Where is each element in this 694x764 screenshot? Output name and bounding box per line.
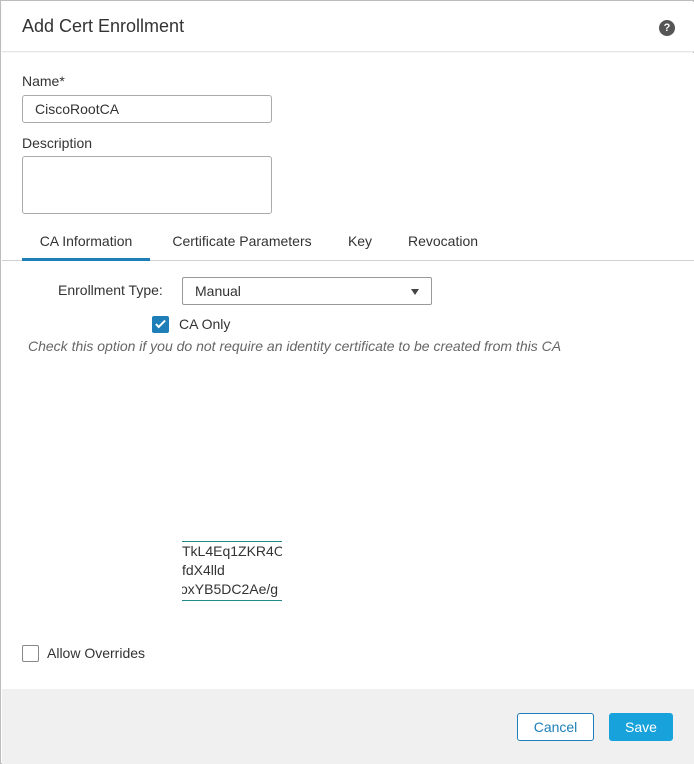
enrollment-type-label: Enrollment Type: <box>58 282 163 298</box>
tab-key[interactable]: Key <box>340 225 380 261</box>
checkmark-icon <box>155 317 166 329</box>
name-label: Name* <box>22 73 65 89</box>
dialog-header: Add Cert Enrollment ? <box>2 2 694 52</box>
certificate-line: TkL4Eq1ZKR4O <box>182 543 282 559</box>
allow-overrides-checkbox[interactable] <box>22 645 39 662</box>
help-icon[interactable]: ? <box>659 20 675 36</box>
cancel-button[interactable]: Cancel <box>517 713 594 741</box>
description-textarea[interactable] <box>22 156 272 214</box>
tab-revocation[interactable]: Revocation <box>400 225 486 261</box>
save-button[interactable]: Save <box>609 713 673 741</box>
dropdown-arrow-icon <box>411 289 419 295</box>
certificate-line: oxYB5DC2Ae/g <box>182 581 279 597</box>
ca-only-hint: Check this option if you do not require … <box>28 338 562 354</box>
ca-only-checkbox[interactable] <box>152 316 169 333</box>
dialog-footer: Cancel Save <box>2 689 694 764</box>
allow-overrides-label: Allow Overrides <box>47 645 146 661</box>
description-label: Description <box>22 135 93 151</box>
tab-certificate-parameters[interactable]: Certificate Parameters <box>162 225 322 261</box>
name-input[interactable] <box>22 95 272 123</box>
add-cert-enrollment-dialog: Add Cert Enrollment ? Name* Description … <box>0 0 694 764</box>
ca-only-label: CA Only <box>179 316 231 332</box>
enrollment-type-select[interactable]: Manual <box>182 277 432 305</box>
certificate-line: fdX4lld <box>182 562 225 578</box>
tab-ca-information[interactable]: CA Information <box>22 225 150 261</box>
enrollment-type-value: Manual <box>195 283 241 299</box>
dialog-body: Name* Description CA Information Certifi… <box>2 53 694 689</box>
ca-certificate-textarea[interactable]: TkL4Eq1ZKR4O fdX4lld oxYB5DC2Ae/g <box>182 541 282 601</box>
tab-bar: CA Information Certificate Parameters Ke… <box>2 225 694 261</box>
dialog-title: Add Cert Enrollment <box>22 16 185 36</box>
